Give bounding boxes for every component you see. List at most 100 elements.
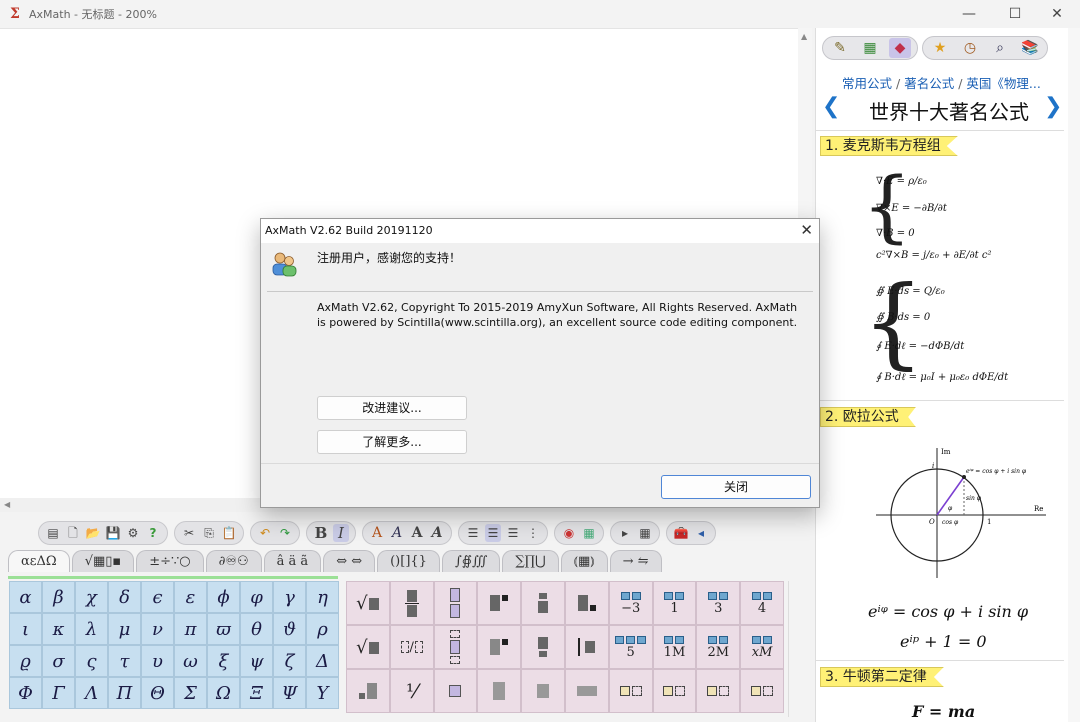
tab-relations[interactable]: ⇔ ⇔: [323, 550, 376, 572]
maxwell-eq-4[interactable]: c²∇×B = j/ε₀ + ∂E/∂t c²: [876, 250, 991, 261]
tab-brackets[interactable]: ()[]{}: [377, 550, 440, 572]
greek-symbol-button[interactable]: β: [42, 581, 75, 613]
bookmark-icon[interactable]: ◆: [889, 38, 911, 58]
greek-symbol-button[interactable]: π: [174, 613, 207, 645]
greek-symbol-button[interactable]: Θ: [141, 677, 174, 709]
new-file-icon[interactable]: 🗋: [65, 524, 81, 542]
greek-symbol-button[interactable]: ρ: [306, 613, 339, 645]
section-maxwell[interactable]: 1. 麦克斯韦方程组: [820, 136, 958, 156]
cut-icon[interactable]: ✂: [181, 524, 197, 542]
template-xm[interactable]: xM: [740, 625, 784, 669]
edit-pen-icon[interactable]: ✎: [829, 38, 851, 58]
template-scrollbar[interactable]: [788, 581, 810, 717]
palette-icon[interactable]: ▦: [581, 524, 597, 542]
save-icon[interactable]: 💾: [105, 524, 121, 542]
search-icon[interactable]: ⌕: [989, 38, 1011, 58]
toolbox-icon[interactable]: 🧰: [673, 524, 689, 542]
greek-symbol-button[interactable]: ι: [9, 613, 42, 645]
template-stack[interactable]: [433, 581, 478, 625]
template-sqrt[interactable]: √: [346, 581, 390, 625]
font-outline-button[interactable]: A: [389, 524, 405, 542]
breadcrumb-common[interactable]: 常用公式: [842, 76, 892, 91]
template-root-sub[interactable]: [346, 669, 390, 713]
tab-arrows[interactable]: → ⇋: [609, 550, 662, 572]
template-three[interactable]: 3: [696, 581, 741, 625]
greek-symbol-button[interactable]: φ: [240, 581, 273, 613]
greek-symbol-button[interactable]: τ: [108, 645, 141, 677]
line-spacing-icon[interactable]: ⋮: [525, 524, 541, 542]
align-right-icon[interactable]: ☰: [505, 524, 521, 542]
template-nth-root[interactable]: √: [346, 625, 390, 669]
template-sup-box[interactable]: [477, 625, 522, 669]
maximize-button[interactable]: ☐: [992, 0, 1038, 28]
menu-icon[interactable]: ▤: [45, 524, 61, 542]
undo-icon[interactable]: ↶: [257, 524, 273, 542]
greek-symbol-button[interactable]: Λ: [75, 677, 108, 709]
euler-identity[interactable]: eⁱᵖ + 1 = 0: [900, 632, 987, 651]
breadcrumb-famous[interactable]: 著名公式: [904, 76, 954, 91]
dialog-close-icon[interactable]: ✕: [800, 221, 813, 239]
greek-symbol-button[interactable]: η: [306, 581, 339, 613]
template-bar-box[interactable]: [564, 625, 609, 669]
redo-icon[interactable]: ↷: [277, 524, 293, 542]
greek-symbol-button[interactable]: Υ: [306, 677, 339, 709]
open-folder-icon[interactable]: 📂: [85, 524, 101, 542]
maxwell-eq-2[interactable]: ∇×E = −∂B/∂t: [876, 203, 947, 214]
greek-symbol-button[interactable]: σ: [42, 645, 75, 677]
tab-operators[interactable]: ±÷∵○: [136, 550, 204, 572]
tab-accents[interactable]: â ä ã: [263, 550, 322, 572]
copy-icon[interactable]: ⎘: [201, 524, 217, 542]
template-arrow-2[interactable]: [652, 669, 697, 713]
tab-integrals[interactable]: ∫∯∭: [441, 550, 501, 572]
maxwell-int-2[interactable]: ∯ B·ds = 0: [876, 312, 930, 323]
help-icon[interactable]: ?: [145, 524, 161, 542]
euler-formula[interactable]: eⁱᵠ = cos φ + i sin φ: [868, 602, 1028, 621]
breadcrumb-physics[interactable]: 英国《物理...: [966, 76, 1040, 91]
section-euler[interactable]: 2. 欧拉公式: [820, 407, 916, 427]
greek-symbol-button[interactable]: Φ: [9, 677, 42, 709]
greek-symbol-button[interactable]: μ: [108, 613, 141, 645]
greek-symbol-button[interactable]: ε: [174, 581, 207, 613]
template-five[interactable]: 5: [608, 625, 653, 669]
template-arrow-1[interactable]: [608, 669, 653, 713]
template-fraction[interactable]: [389, 581, 434, 625]
greek-symbol-button[interactable]: Π: [108, 677, 141, 709]
greek-symbol-button[interactable]: Ψ: [273, 677, 306, 709]
greek-symbol-button[interactable]: ϱ: [9, 645, 42, 677]
greek-symbol-button[interactable]: ϑ: [273, 613, 306, 645]
greek-symbol-button[interactable]: Γ: [42, 677, 75, 709]
template-one[interactable]: 1: [652, 581, 697, 625]
template-gray-box-2[interactable]: [521, 669, 565, 713]
play-icon[interactable]: ▸: [617, 524, 633, 542]
greek-symbol-button[interactable]: ϵ: [141, 581, 174, 613]
grid-icon[interactable]: ▦: [859, 38, 881, 58]
template-stack-dashed[interactable]: [433, 625, 478, 669]
tab-misc-symbols[interactable]: ∂♾⚇: [205, 550, 262, 572]
font-size-button[interactable]: A: [409, 524, 425, 542]
close-window-button[interactable]: ✕: [1034, 0, 1080, 28]
greek-symbol-button[interactable]: ς: [75, 645, 108, 677]
greek-symbol-button[interactable]: ω: [174, 645, 207, 677]
template-subscript[interactable]: [564, 581, 609, 625]
dropdown-arrow-icon[interactable]: ◂: [693, 524, 709, 542]
greek-symbol-button[interactable]: ν: [141, 613, 174, 645]
font-color-button[interactable]: A: [369, 524, 385, 542]
align-left-icon[interactable]: ☰: [465, 524, 481, 542]
maxwell-eq-3[interactable]: ∇·B = 0: [876, 228, 915, 239]
template-over-under[interactable]: [521, 581, 565, 625]
greek-symbol-button[interactable]: Ξ: [240, 677, 273, 709]
template-diagonal-fraction[interactable]: ⅟: [389, 669, 434, 713]
greek-symbol-button[interactable]: ϕ: [207, 581, 240, 613]
greek-symbol-button[interactable]: κ: [42, 613, 75, 645]
section-newton[interactable]: 3. 牛顿第二定律: [820, 667, 944, 687]
maxwell-int-1[interactable]: ∯ E·ds = Q/ε₀: [876, 286, 945, 297]
template-2m[interactable]: 2M: [696, 625, 741, 669]
template-arrow-4[interactable]: [740, 669, 784, 713]
greek-symbol-button[interactable]: ζ: [273, 645, 306, 677]
newton-formula[interactable]: F = ma: [912, 702, 975, 721]
star-icon[interactable]: ★: [929, 38, 951, 58]
template-wide-box[interactable]: [564, 669, 609, 713]
greek-symbol-button[interactable]: λ: [75, 613, 108, 645]
matrix-insert-icon[interactable]: ▦: [637, 524, 653, 542]
template-superscript[interactable]: [477, 581, 522, 625]
